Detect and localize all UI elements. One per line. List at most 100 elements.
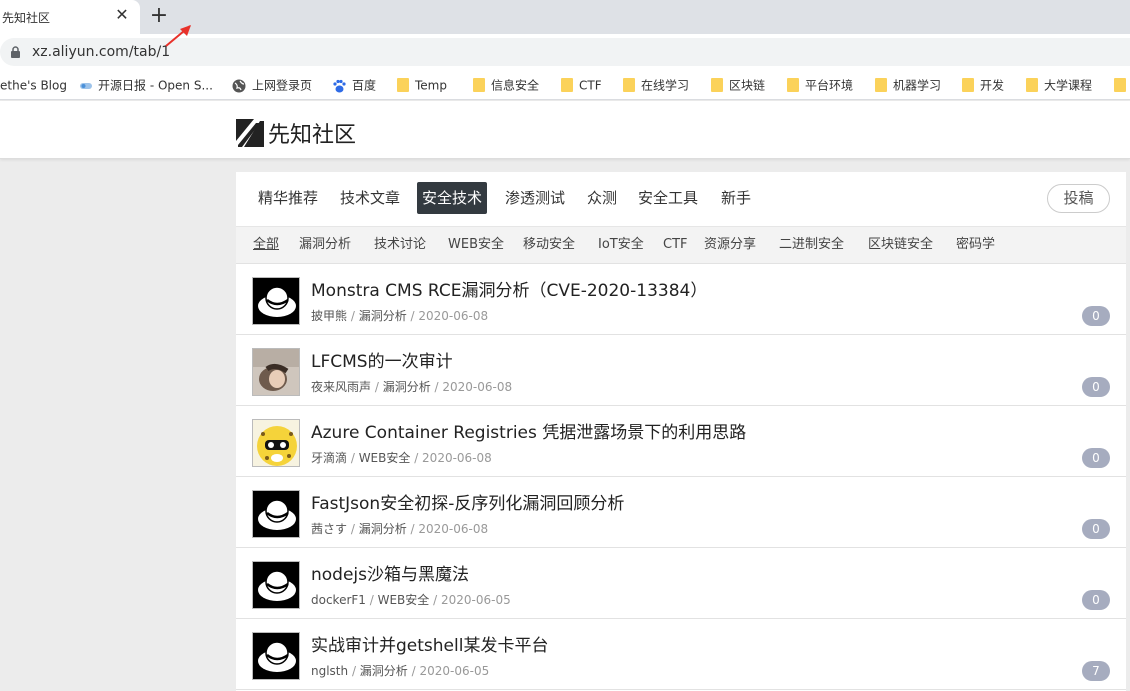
red-arrow-annotation-icon — [165, 25, 191, 47]
main-nav: 精华推荐 技术文章 安全技术 渗透测试 众测 安全工具 新手 投稿 — [236, 172, 1126, 226]
article-row: Azure Container Registries 凭据泄露场景下的利用思路 … — [236, 406, 1126, 477]
globe-icon — [232, 79, 246, 92]
article-meta: 披甲熊 / 漏洞分析 / 2020-06-08 — [311, 309, 489, 323]
avatar[interactable] — [252, 419, 300, 467]
article-date: 2020-06-05 — [419, 664, 490, 678]
subtab-ctf[interactable]: CTF — [663, 236, 688, 254]
article-row: LFCMS的一次审计 夜来风雨声 / 漏洞分析 / 2020-06-08 0 — [236, 335, 1126, 406]
photo-avatar-icon — [253, 349, 299, 395]
article-category[interactable]: 漏洞分析 — [359, 522, 407, 536]
subtab-blockchain-security[interactable]: 区块链安全 — [868, 236, 933, 254]
subtab-iot-security[interactable]: IoT安全 — [598, 236, 644, 254]
article-author[interactable]: 夜来风雨声 — [311, 380, 371, 394]
bookmark-folder-temp[interactable]: Temp — [397, 76, 447, 94]
bookmark-folder-courses[interactable]: 大学课程 — [1026, 76, 1092, 94]
subtab-all[interactable]: 全部 — [253, 236, 279, 254]
bookmark-baidu[interactable]: 百度 — [332, 76, 376, 94]
subtab-cryptography[interactable]: 密码学 — [956, 236, 995, 254]
article-title[interactable]: nodejs沙箱与黑魔法 — [311, 560, 469, 585]
baidu-paw-icon — [333, 79, 346, 92]
content-panel: 精华推荐 技术文章 安全技术 渗透测试 众测 安全工具 新手 投稿 全部 漏洞分… — [236, 172, 1126, 691]
avatar[interactable] — [252, 348, 300, 396]
article-date: 2020-06-05 — [440, 593, 511, 607]
hat-avatar-icon — [253, 491, 299, 537]
bookmark-open-source-daily[interactable]: 开源日报 - Open S... — [80, 76, 213, 94]
folder-icon — [962, 77, 974, 92]
submit-post-button[interactable]: 投稿 — [1047, 184, 1110, 213]
folder-icon — [561, 77, 573, 92]
bookmark-folder-overflow[interactable] — [1114, 76, 1130, 94]
subtab-resources[interactable]: 资源分享 — [704, 236, 756, 254]
bookmark-folder-ctf[interactable]: CTF — [561, 76, 602, 94]
subtab-vuln-analysis[interactable]: 漏洞分析 — [299, 236, 351, 254]
site-name[interactable]: 先知社区 — [268, 117, 356, 149]
avatar[interactable] — [252, 277, 300, 325]
article-title[interactable]: FastJson安全初探-反序列化漏洞回顾分析 — [311, 489, 624, 514]
folder-icon — [875, 77, 887, 92]
bookmark-login-page[interactable]: 上网登录页 — [232, 76, 312, 94]
subtab-binary-security[interactable]: 二进制安全 — [779, 236, 844, 254]
article-title[interactable]: LFCMS的一次审计 — [311, 347, 453, 372]
comment-count-badge[interactable]: 0 — [1082, 306, 1110, 326]
article-title[interactable]: Azure Container Registries 凭据泄露场景下的利用思路 — [311, 418, 746, 443]
article-row: nodejs沙箱与黑魔法 dockerF1 / WEB安全 / 2020-06-… — [236, 548, 1126, 619]
article-meta: 牙滴滴 / WEB安全 / 2020-06-08 — [311, 451, 492, 465]
folder-icon — [1114, 77, 1126, 92]
article-date: 2020-06-08 — [418, 522, 489, 536]
article-row: 实战审计并getshell某发卡平台 nglsth / 漏洞分析 / 2020-… — [236, 619, 1126, 690]
article-category[interactable]: 漏洞分析 — [359, 309, 407, 323]
article-title[interactable]: 实战审计并getshell某发卡平台 — [311, 631, 548, 656]
subtab-mobile-security[interactable]: 移动安全 — [523, 236, 575, 254]
folder-icon — [397, 77, 409, 92]
article-author[interactable]: 披甲熊 — [311, 309, 347, 323]
bookmarks-bar: ethe's Blog 开源日报 - Open S... 上网登录页 百度 Te… — [0, 70, 1130, 100]
comment-count-badge[interactable]: 0 — [1082, 448, 1110, 468]
bookmark-ethes-blog[interactable]: ethe's Blog — [0, 76, 67, 94]
lock-icon[interactable] — [10, 46, 21, 58]
cartoon-avatar-icon — [253, 420, 299, 466]
comment-count-badge[interactable]: 0 — [1082, 519, 1110, 539]
article-category[interactable]: 漏洞分析 — [360, 664, 408, 678]
avatar[interactable] — [252, 490, 300, 538]
tab-security-tech[interactable]: 安全技术 — [417, 182, 488, 214]
close-icon[interactable]: ✕ — [114, 7, 130, 23]
article-category[interactable]: WEB安全 — [378, 593, 430, 607]
article-author[interactable]: 牙滴滴 — [311, 451, 347, 465]
article-category[interactable]: 漏洞分析 — [383, 380, 431, 394]
tab-featured[interactable]: 精华推荐 — [253, 182, 323, 214]
comment-count-badge[interactable]: 0 — [1082, 377, 1110, 397]
tab-tech-articles[interactable]: 技术文章 — [335, 182, 405, 214]
article-title[interactable]: Monstra CMS RCE漏洞分析（CVE-2020-13384） — [311, 276, 707, 301]
site-header: 先知社区 — [0, 101, 1130, 159]
comment-count-badge[interactable]: 0 — [1082, 590, 1110, 610]
article-row: Monstra CMS RCE漏洞分析（CVE-2020-13384） 披甲熊 … — [236, 264, 1126, 335]
article-category[interactable]: WEB安全 — [359, 451, 411, 465]
article-row: FastJson安全初探-反序列化漏洞回顾分析 茜さす / 漏洞分析 / 202… — [236, 477, 1126, 548]
folder-icon — [787, 77, 799, 92]
bookmark-folder-online-learning[interactable]: 在线学习 — [623, 76, 689, 94]
article-author[interactable]: nglsth — [311, 664, 348, 678]
article-meta: 茜さす / 漏洞分析 / 2020-06-08 — [311, 522, 489, 536]
url-text[interactable]: xz.aliyun.com/tab/1 — [32, 44, 170, 60]
tab-crowdtest[interactable]: 众测 — [582, 182, 622, 214]
folder-icon — [473, 77, 485, 92]
avatar[interactable] — [252, 632, 300, 680]
comment-count-badge[interactable]: 7 — [1082, 661, 1110, 681]
avatar[interactable] — [252, 561, 300, 609]
tab-security-tools[interactable]: 安全工具 — [633, 182, 703, 214]
bookmark-folder-platform[interactable]: 平台环境 — [787, 76, 853, 94]
bookmark-folder-dev[interactable]: 开发 — [962, 76, 1004, 94]
bookmark-folder-blockchain[interactable]: 区块链 — [711, 76, 765, 94]
tab-beginner[interactable]: 新手 — [716, 182, 756, 214]
browser-tab[interactable]: 先知社区 ✕ — [0, 0, 140, 34]
subtab-tech-discussion[interactable]: 技术讨论 — [374, 236, 426, 254]
folder-icon — [1026, 77, 1038, 92]
article-author[interactable]: 茜さす — [311, 522, 347, 536]
xianzhi-logo-icon[interactable] — [236, 117, 264, 147]
article-author[interactable]: dockerF1 — [311, 593, 366, 607]
opensource-icon — [80, 82, 92, 89]
bookmark-folder-infosec[interactable]: 信息安全 — [473, 76, 539, 94]
subtab-web-security[interactable]: WEB安全 — [448, 236, 504, 254]
bookmark-folder-ml[interactable]: 机器学习 — [875, 76, 941, 94]
tab-pentest[interactable]: 渗透测试 — [500, 182, 570, 214]
